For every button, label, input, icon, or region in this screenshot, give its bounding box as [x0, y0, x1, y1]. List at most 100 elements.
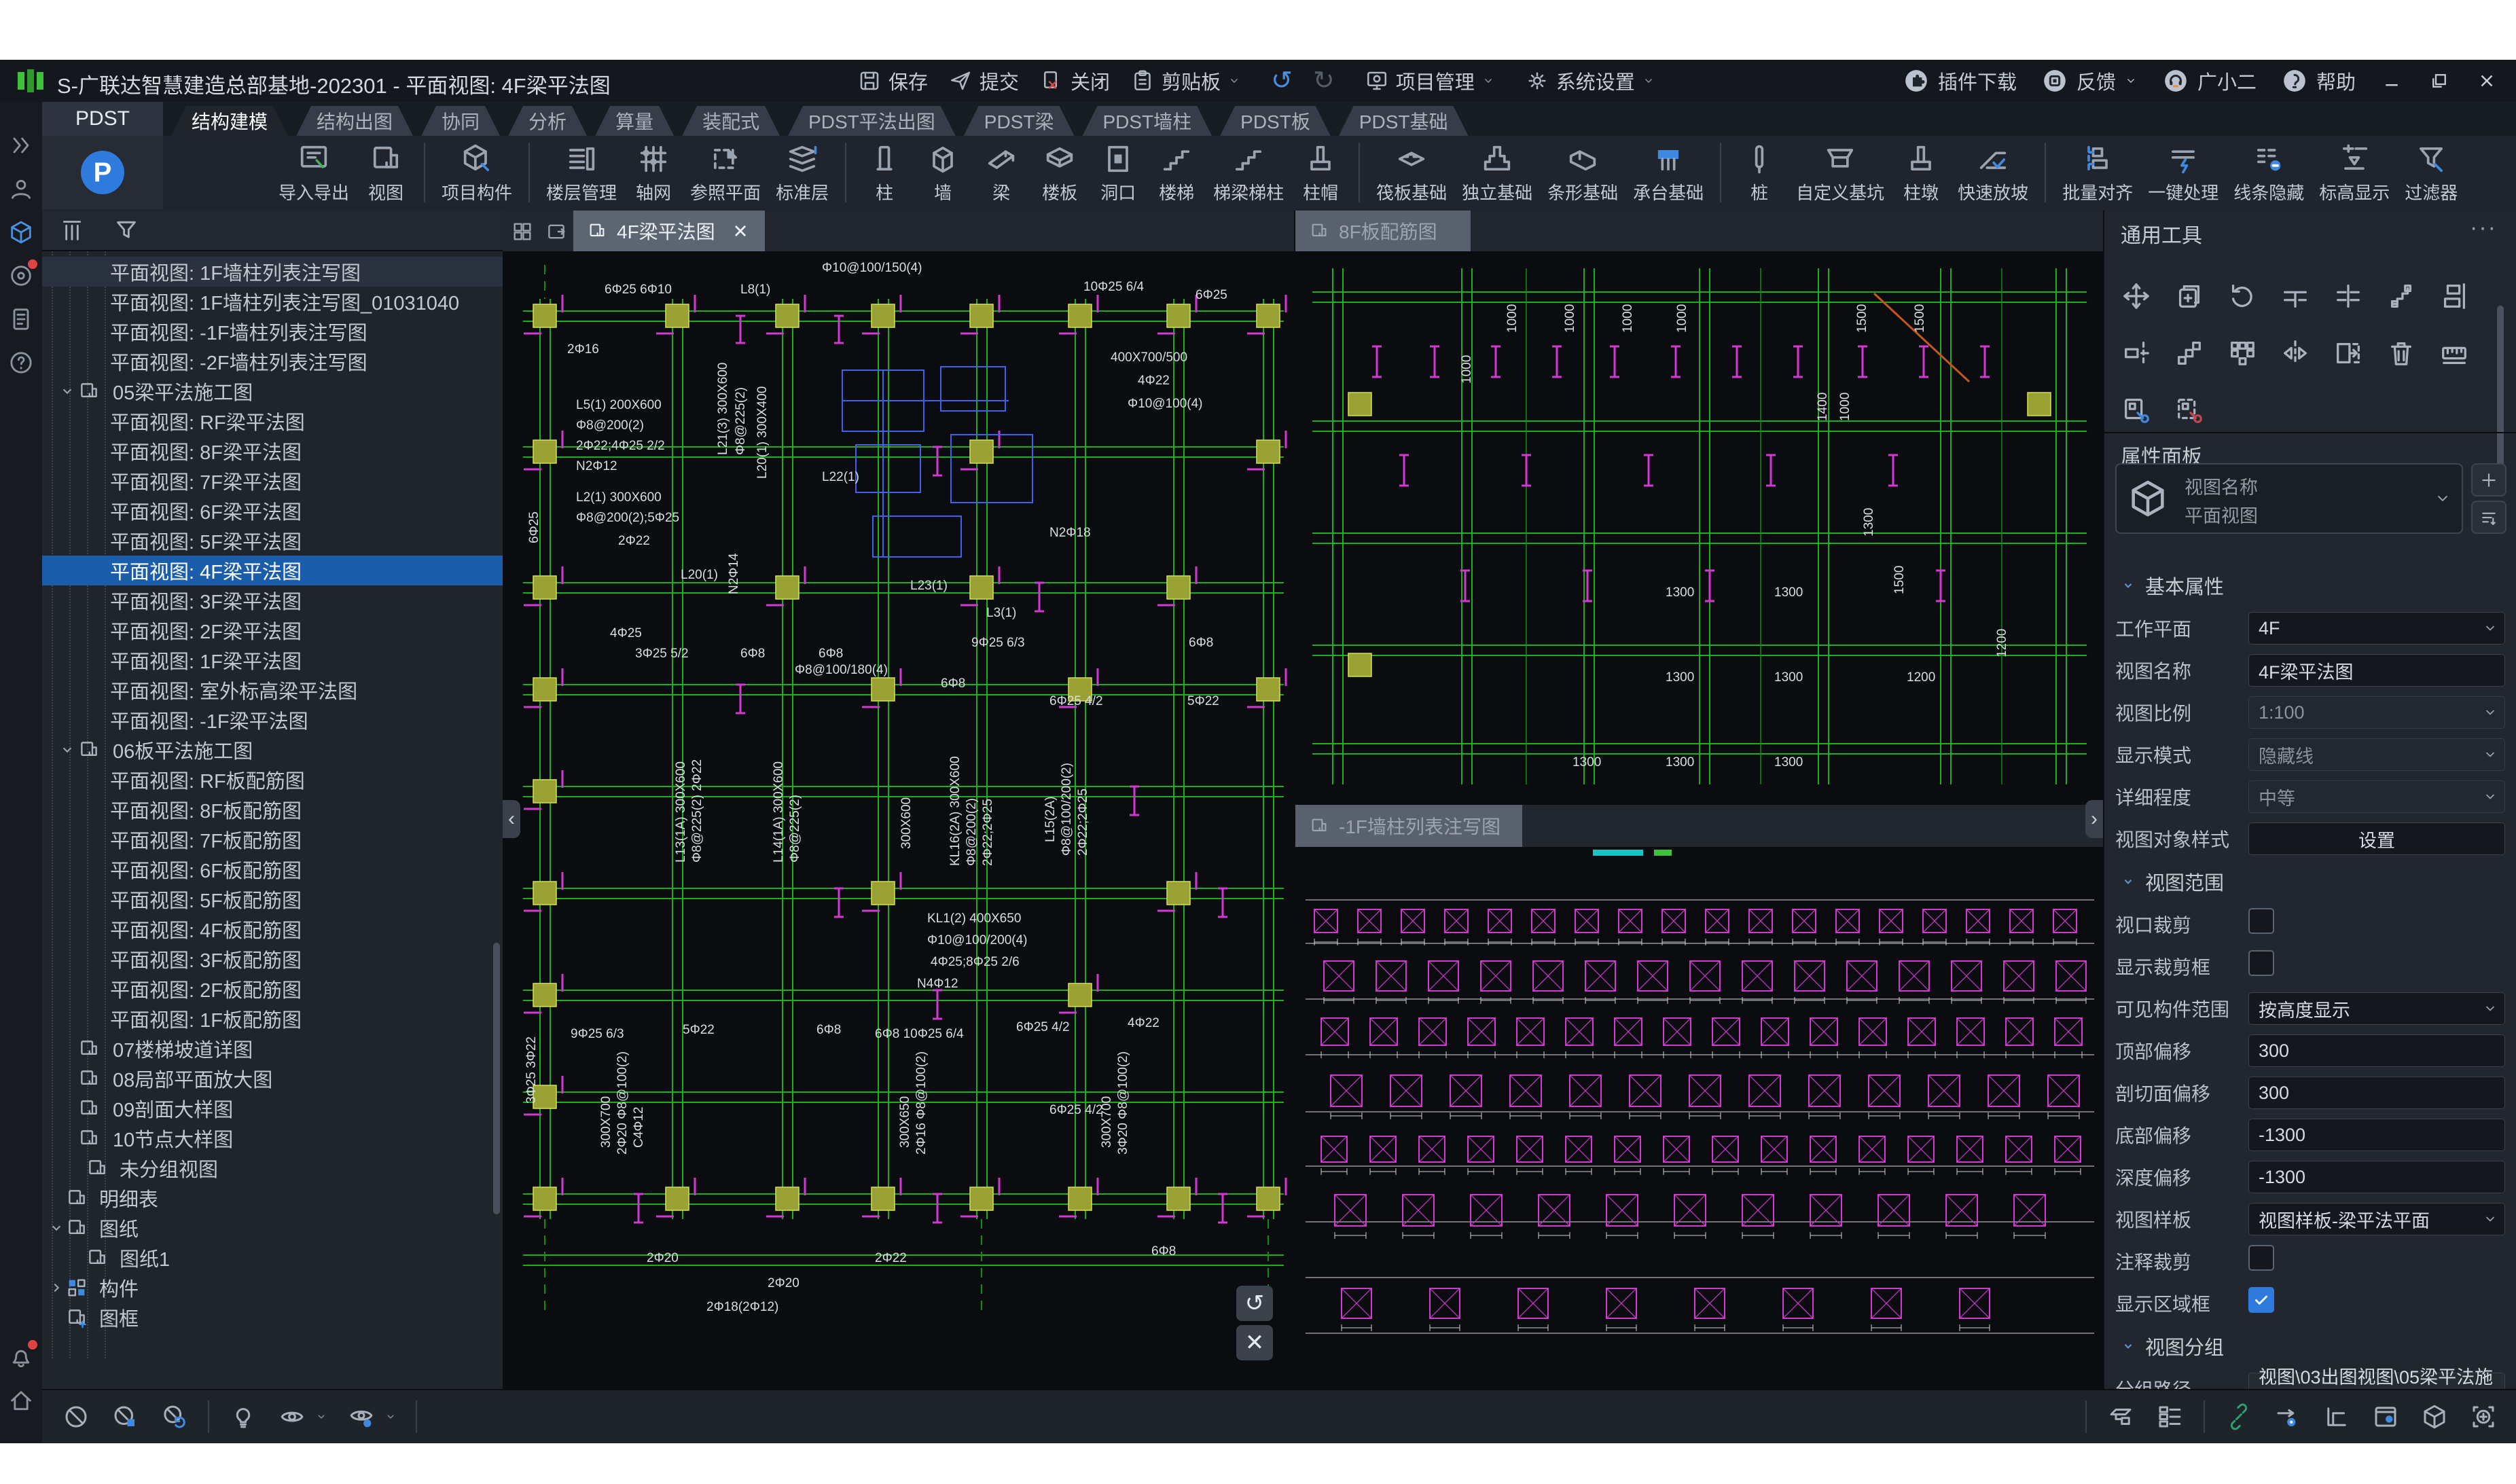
tool-copy-icon[interactable]: [2167, 276, 2212, 316]
tool-offset-icon[interactable]: [2379, 276, 2424, 316]
tool-arrayrect-icon[interactable]: [2220, 333, 2265, 374]
ribbon-button-梁[interactable]: 梁: [974, 139, 1028, 206]
ribbon-button-楼板[interactable]: 楼板: [1032, 139, 1087, 206]
status-active-window-icon[interactable]: [2371, 1402, 2401, 1432]
close-button[interactable]: [2475, 69, 2498, 92]
status-visibility-pin-icon[interactable]: [346, 1402, 376, 1432]
tree-item[interactable]: 平面视图: 7F板配筋图: [42, 825, 503, 854]
collapse-left-panel[interactable]: ‹: [503, 800, 520, 838]
tree-item[interactable]: 平面视图: 1F板配筋图: [42, 1004, 503, 1034]
tree-item[interactable]: 图框: [42, 1303, 503, 1333]
window-b-tab[interactable]: 8F板配筋图: [1295, 211, 1471, 251]
ribbon-button-参照平面[interactable]: 参照平面: [685, 139, 766, 206]
titlebar-系统设置-menu[interactable]: 系统设置: [1525, 67, 1655, 95]
tool-match-icon[interactable]: [2114, 390, 2159, 431]
tree-item[interactable]: 平面视图: 6F板配筋图: [42, 854, 503, 884]
property-settings-button[interactable]: [2471, 501, 2506, 534]
status-hide-element-icon[interactable]: [61, 1402, 91, 1432]
chevron-down-icon[interactable]: [48, 1219, 65, 1237]
chevron-right-icon[interactable]: [48, 1279, 65, 1297]
select-视图样板[interactable]: 视图样板-梁平法平面: [2248, 1203, 2505, 1235]
tree-item[interactable]: 平面视图: -1F墙柱列表注写图: [42, 316, 503, 346]
titlebar-项目管理-menu[interactable]: 项目管理: [1365, 67, 1495, 95]
tree-item[interactable]: 平面视图: 1F梁平法图: [42, 645, 503, 675]
ribbon-button-项目构件[interactable]: 项目构件: [436, 139, 518, 206]
tree-item[interactable]: 平面视图: 室外标高梁平法图: [42, 675, 503, 705]
tree-item[interactable]: 图纸: [42, 1213, 503, 1243]
select-视图比例[interactable]: 1:100: [2248, 696, 2505, 729]
status-isolate-element-icon[interactable]: [110, 1402, 140, 1432]
rail-notifications-icon[interactable]: [6, 1341, 36, 1371]
tool-trim-icon[interactable]: [2273, 276, 2318, 316]
rail-help-icon[interactable]: [6, 348, 36, 378]
tree-item[interactable]: 平面视图: 6F梁平法图: [42, 496, 503, 526]
ribbon-button-楼层管理[interactable]: 楼层管理: [541, 139, 622, 206]
close-tab-icon[interactable]: [730, 221, 751, 241]
tree-item[interactable]: 平面视图: 2F板配筋图: [42, 974, 503, 1004]
chevron-down-icon[interactable]: [384, 1411, 397, 1423]
tool-measure-icon[interactable]: [2432, 333, 2477, 374]
collapse-right-panel[interactable]: ›: [2085, 800, 2103, 838]
tree-item[interactable]: 10节点大样图: [42, 1123, 503, 1153]
input-底部偏移[interactable]: -1300: [2248, 1119, 2505, 1151]
tree-item[interactable]: 构件: [42, 1273, 503, 1303]
titlebar-帮助-button[interactable]: 帮助: [2281, 67, 2356, 95]
ribbon-button-承台基础[interactable]: 承台基础: [1628, 139, 1709, 206]
view-list-icon[interactable]: [58, 217, 86, 244]
section-基本属性[interactable]: 基本属性: [2115, 564, 2505, 607]
ribbon-button-标高显示[interactable]: 标高显示: [2314, 139, 2395, 206]
tab-pdst[interactable]: PDST: [42, 102, 163, 136]
titlebar-关闭-button[interactable]: 关闭: [1039, 67, 1110, 95]
tree-item[interactable]: 平面视图: 8F梁平法图: [42, 436, 503, 466]
status-box-3d-icon[interactable]: [2420, 1402, 2449, 1432]
status-temporary-hide-icon[interactable]: [228, 1402, 258, 1432]
tool-alignstack-icon[interactable]: [2432, 276, 2477, 316]
ribbon-button-楼梯[interactable]: 楼梯: [1149, 139, 1204, 206]
ribbon-button-过滤器[interactable]: 过滤器: [2399, 139, 2463, 206]
tree-item[interactable]: 07楼梯坡道详图: [42, 1034, 503, 1064]
ribbon-button-桩[interactable]: 桩: [1732, 139, 1786, 206]
checkbox-视口裁剪[interactable]: [2248, 908, 2274, 934]
minimize-button[interactable]: [2380, 69, 2403, 92]
ribbon-button-标准层[interactable]: 标准层: [770, 139, 834, 206]
ribbon-button-批量对齐[interactable]: 批量对齐: [2057, 139, 2138, 206]
chevron-down-icon[interactable]: [1642, 74, 1655, 88]
tool-split-icon[interactable]: [2326, 276, 2371, 316]
tree-scrollbar[interactable]: [493, 943, 500, 1214]
ribbon-button-一键处理[interactable]: 一键处理: [2142, 139, 2224, 206]
switch-window-icon[interactable]: [545, 220, 568, 243]
ribbon-tab-PDST平法出图[interactable]: PDST平法出图: [788, 106, 956, 136]
input-深度偏移[interactable]: -1300: [2248, 1161, 2505, 1193]
tool-match2-icon[interactable]: [2167, 390, 2212, 431]
ribbon-button-柱帽[interactable]: 柱帽: [1293, 139, 1348, 206]
checkbox-显示裁剪框[interactable]: [2248, 950, 2274, 976]
status-transfer-visibility-icon[interactable]: [2273, 1402, 2303, 1432]
tools-more-button[interactable]: ···: [2470, 215, 2497, 241]
tree-item[interactable]: 未分组视图: [42, 1153, 503, 1183]
select-工作平面[interactable]: 4F: [2248, 612, 2505, 645]
tool-rotate-icon[interactable]: [2220, 276, 2265, 316]
tree-item[interactable]: 平面视图: 1F墙柱列表注写图_01031040: [42, 287, 503, 316]
status-zoom-selection-icon[interactable]: [2468, 1402, 2498, 1432]
titlebar-保存-button[interactable]: 保存: [857, 67, 928, 95]
ribbon-button-筏板基础[interactable]: 筏板基础: [1371, 139, 1452, 206]
tree-item[interactable]: 平面视图: 5F板配筋图: [42, 884, 503, 914]
window-c-tab[interactable]: -1F墙柱列表注写图: [1295, 805, 1522, 847]
input-剖切面偏移[interactable]: 300: [2248, 1076, 2505, 1109]
tree-item[interactable]: 明细表: [42, 1183, 503, 1213]
tree-item[interactable]: 平面视图: RF梁平法图: [42, 406, 503, 436]
close-overlay-button[interactable]: ✕: [1236, 1325, 1273, 1360]
status-corner-snap-icon[interactable]: [2322, 1402, 2352, 1432]
section-视图分组[interactable]: 视图分组: [2115, 1324, 2505, 1368]
ribbon-tab-PDST墙柱[interactable]: PDST墙柱: [1082, 106, 1212, 136]
titlebar-插件下载-button[interactable]: 插件下载: [1903, 67, 2017, 95]
titlebar-提交-button[interactable]: 提交: [948, 67, 1019, 95]
ribbon-button-柱[interactable]: 柱: [857, 139, 912, 206]
ribbon-tab-PDST基础[interactable]: PDST基础: [1339, 106, 1469, 136]
tool-trash-icon[interactable]: [2379, 333, 2424, 374]
titlebar-反馈-button[interactable]: 反馈: [2041, 67, 2138, 95]
ribbon-tab-分析[interactable]: 分析: [508, 106, 587, 136]
input-视图名称[interactable]: 4F梁平法图: [2248, 654, 2505, 687]
drawing-canvas-4f-beam-plan[interactable]: Φ10@100/150(4)L8(1)6Φ25 6Φ1010Φ25 6/46Φ2…: [503, 251, 1294, 1389]
rail-document-icon[interactable]: [6, 304, 36, 334]
